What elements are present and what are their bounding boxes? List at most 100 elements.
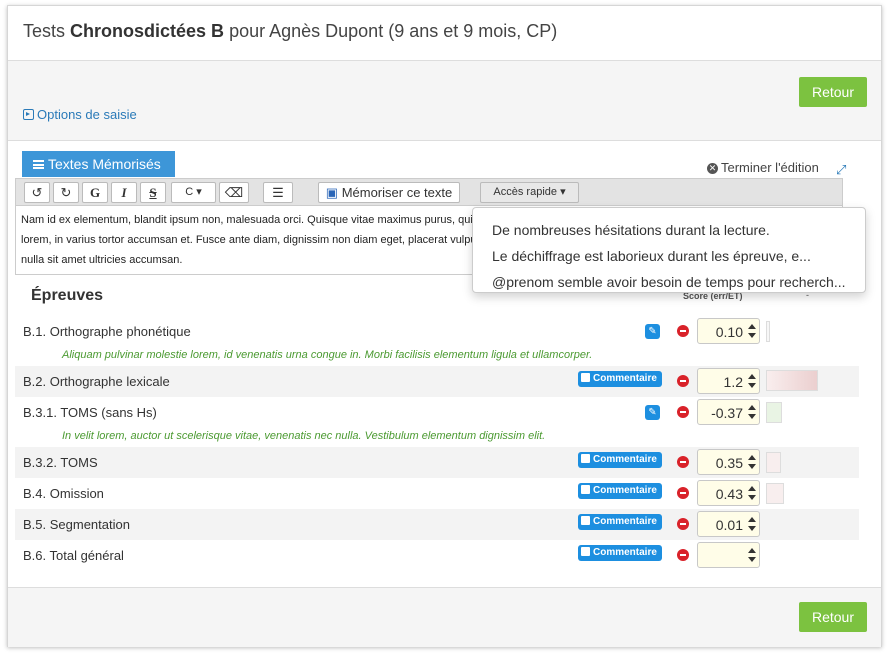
quick-access-item[interactable]: @prenom semble avoir besoin de temps pou… [492,274,846,290]
save-icon: ▣ [325,185,339,200]
row-label: B.4. Omission [23,486,104,501]
expand-icon[interactable]: ⤢ [836,162,846,178]
caret-down-icon: ▾ [196,186,202,198]
italic-button[interactable]: I [111,182,137,203]
score-bar [766,321,770,342]
memoriser-label: Mémoriser ce texte [341,185,453,200]
commentaire-button[interactable]: Commentaire [578,514,662,530]
options-label: Options de saisie [37,107,137,122]
edit-icon [581,485,590,494]
page-header: Tests Chronosdictées B pour Agnès Dupont… [8,6,881,61]
terminer-edition-link[interactable]: ✕ Terminer l'édition [707,160,819,175]
color-label: C [185,186,194,198]
row-label: B.3.2. TOMS [23,455,98,470]
row-comment: In velit lorem, auctor ut scelerisque vi… [62,430,546,442]
options-de-saisie-link[interactable]: Options de saisie [23,107,137,122]
spinner-arrows-icon [748,454,756,470]
pencil-icon[interactable]: ✎ [645,324,660,339]
score-bar [766,452,781,473]
spinner-arrows-icon [748,516,756,532]
remove-icon[interactable] [677,549,689,561]
commentaire-button[interactable]: Commentaire [578,483,662,499]
acces-rapide-dropdown[interactable]: Accès rapide ▾ [480,182,579,203]
memoriser-button[interactable]: ▣ Mémoriser ce texte [318,182,460,203]
menu-icon [33,160,44,169]
score-value: 0.35 [715,455,743,471]
undo-button[interactable]: ↺ [24,182,50,203]
commentaire-button[interactable]: Commentaire [578,371,662,387]
edit-icon [581,373,590,382]
remove-icon[interactable] [677,406,689,418]
remove-icon[interactable] [677,518,689,530]
quick-access-item[interactable]: Le déchiffrage est laborieux durant les … [492,248,811,264]
title-test-name: Chronosdictées B [70,21,225,41]
table-row: B.4. Omission Commentaire 0.43 [15,478,859,509]
eraser-button[interactable]: ⌫ [219,182,249,203]
spinner-arrows-icon [748,373,756,389]
strike-button[interactable]: S [140,182,166,203]
acces-rapide-label: Accès rapide [493,186,557,198]
table-row: B.2. Orthographe lexicale Commentaire 1.… [15,366,859,397]
color-dropdown[interactable]: C ▾ [171,182,216,203]
edit-icon [581,454,590,463]
top-toolbar: Retour Options de saisie [8,61,881,141]
table-row: B.3.1. TOMS (sans Hs) ✎ -0.37 [15,397,859,428]
redo-button[interactable]: ↻ [53,182,79,203]
remove-icon[interactable] [677,487,689,499]
score-value: 1.2 [723,374,743,390]
row-label: B.2. Orthographe lexicale [23,374,170,389]
score-value: 0.10 [715,324,743,340]
commentaire-button[interactable]: Commentaire [578,452,662,468]
remove-icon[interactable] [677,456,689,468]
row-label: B.5. Segmentation [23,517,130,532]
caret-down-icon: ▾ [560,186,566,198]
score-stepper[interactable]: -0.37 [697,399,760,425]
textes-memorises-tab[interactable]: Textes Mémorisés [22,151,175,177]
page-title: Tests Chronosdictées B pour Agnès Dupont… [23,21,557,42]
score-stepper[interactable] [697,542,760,568]
spinner-arrows-icon [748,404,756,420]
epreuves-title: Épreuves [31,287,104,304]
score-stepper[interactable]: 1.2 [697,368,760,394]
score-stepper[interactable]: 0.43 [697,480,760,506]
list-button[interactable]: ☰ [263,182,293,203]
commentaire-button[interactable]: Commentaire [578,545,662,561]
edit-icon [581,547,590,556]
score-stepper[interactable]: 0.01 [697,511,760,537]
back-button-top[interactable]: Retour [799,77,867,107]
table-row: B.6. Total général Commentaire [15,540,859,571]
spinner-arrows-icon [748,547,756,563]
pencil-icon[interactable]: ✎ [645,405,660,420]
page-footer: Retour [8,587,881,647]
remove-icon[interactable] [677,325,689,337]
tab-label: Textes Mémorisés [48,156,161,172]
score-value: -0.37 [711,405,743,421]
eraser-icon: ⌫ [224,185,244,200]
row-comment: Aliquam pulvinar molestie lorem, id vene… [62,349,593,361]
score-value: 0.01 [715,517,743,533]
quick-access-item[interactable]: De nombreuses hésitations durant la lect… [492,222,770,238]
table-row: B.3.2. TOMS Commentaire 0.35 [15,447,859,478]
row-label: B.3.1. TOMS (sans Hs) [23,405,157,420]
score-stepper[interactable]: 0.10 [697,318,760,344]
spinner-arrows-icon [748,485,756,501]
title-prefix: Tests [23,21,66,41]
score-bar [766,370,818,391]
close-circle-icon: ✕ [707,163,718,174]
bold-button[interactable]: G [82,182,108,203]
commentaire-label: Commentaire [593,547,657,558]
table-row: B.5. Segmentation Commentaire 0.01 [15,509,859,540]
score-value: 0.43 [715,486,743,502]
edit-icon [581,516,590,525]
score-bar [766,402,782,423]
back-button-bottom[interactable]: Retour [799,602,867,632]
score-bar [766,483,784,504]
finish-label: Terminer l'édition [721,160,819,175]
commentaire-label: Commentaire [593,373,657,384]
remove-icon[interactable] [677,375,689,387]
row-label: B.1. Orthographe phonétique [23,324,191,339]
editor-toolbar: ↺ ↻ G I S C ▾ ⌫ ☰ ▣ Mémoriser ce texte A… [15,178,843,206]
score-stepper[interactable]: 0.35 [697,449,760,475]
commentaire-label: Commentaire [593,454,657,465]
list-icon: ☰ [272,185,284,200]
